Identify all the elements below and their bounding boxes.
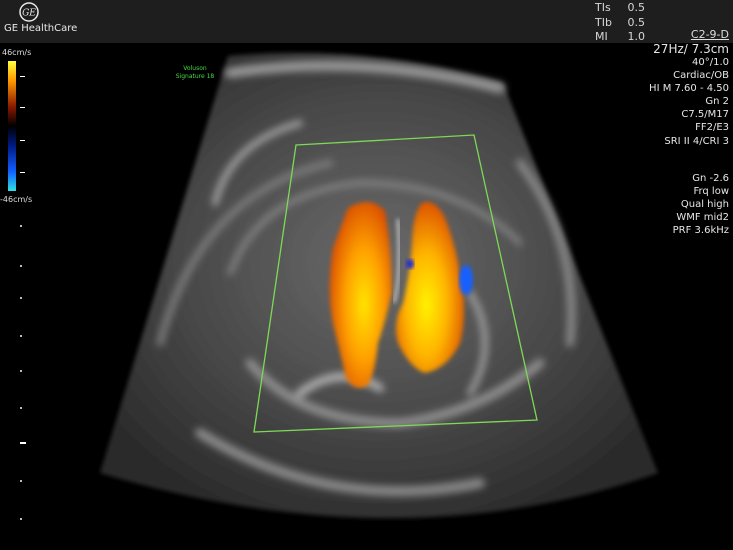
- top-bar: GE GE HealthCare TIs 0.5 TIb 0.5 MI 1.0: [0, 0, 733, 43]
- depth-tick: [20, 335, 22, 337]
- depth-tick: [20, 297, 22, 299]
- acoustic-indices: TIs 0.5 TIb 0.5 MI 1.0: [595, 1, 645, 45]
- depth-tick: [20, 225, 22, 227]
- color-param-line: PRF 3.6kHz: [672, 225, 729, 237]
- param-line: HI M 7.60 - 4.50: [649, 83, 729, 95]
- depth-tick-major: [20, 442, 26, 444]
- watermark-line1: Voluson: [183, 65, 207, 72]
- index-tib: TIb 0.5: [595, 15, 645, 29]
- frame-rate-depth: 27Hz/ 7.3cm: [653, 42, 729, 56]
- param-line: Gn 2: [705, 96, 729, 108]
- color-param-line: Gn -2.6: [692, 173, 729, 184]
- color-param-line: Qual high: [680, 199, 729, 211]
- colorbar-tick: [20, 107, 25, 108]
- colorbar-tick: [20, 140, 25, 141]
- index-tis: TIs 0.5: [595, 1, 645, 14]
- param-line: Cardiac/OB: [673, 70, 729, 82]
- depth-tick: [20, 407, 22, 409]
- ge-logo-icon: GE: [19, 2, 39, 22]
- logo-text: GE: [22, 9, 36, 19]
- colorbar-min-label: -46cm/s: [0, 195, 33, 204]
- ultrasound-image[interactable]: [0, 43, 733, 550]
- color-flow-parameters: Gn -2.6 Frq low Qual high WMF mid2 PRF 3…: [673, 172, 729, 237]
- colorbar-tick: [20, 76, 25, 77]
- param-line: 40°/1.0: [692, 57, 729, 68]
- depth-tick: [20, 265, 22, 267]
- color-param-line: WMF mid2: [676, 212, 729, 224]
- param-line: C7.5/M17: [681, 109, 729, 121]
- depth-tick: [20, 480, 22, 482]
- depth-tick: [20, 518, 22, 520]
- velocity-colorbar: [8, 61, 16, 191]
- param-line: FF2/E3: [695, 122, 729, 134]
- device-watermark: Voluson Signature 18: [172, 65, 218, 81]
- watermark-line2: Signature 18: [175, 73, 215, 80]
- colorbar-max-label: 46cm/s: [2, 48, 32, 57]
- param-line: SRI II 4/CRI 3: [664, 135, 729, 147]
- depth-tick: [20, 370, 22, 372]
- color-param-line: Frq low: [693, 186, 729, 198]
- probe-name[interactable]: C2-9-D: [691, 28, 729, 41]
- imaging-parameters: 27Hz/ 7.3cm 40°/1.0 Cardiac/OB HI M 7.60…: [649, 42, 729, 148]
- brand-name: GE HealthCare: [4, 23, 78, 34]
- colorbar-tick: [20, 172, 25, 173]
